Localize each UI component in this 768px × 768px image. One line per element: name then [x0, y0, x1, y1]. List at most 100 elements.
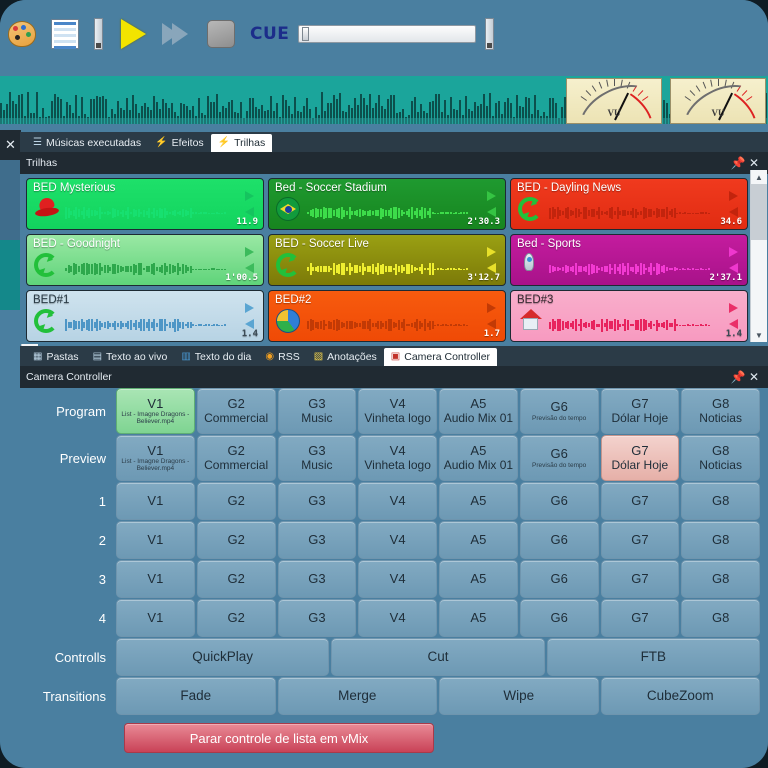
camera-cell-g6[interactable]: G6 Previsão do tempo: [519, 388, 599, 434]
play-icon[interactable]: [121, 17, 155, 51]
tab-efeitos[interactable]: ⚡ Efeitos: [148, 134, 211, 152]
camera-cell-g3[interactable]: G3 Music: [277, 435, 357, 481]
camera-cell-g2[interactable]: G2: [196, 521, 276, 559]
palette-icon[interactable]: [8, 17, 42, 51]
tab-trilhas[interactable]: ⚡ Trilhas: [210, 134, 273, 152]
camera-cell-g2[interactable]: G2: [196, 482, 276, 520]
transitions-button-fade[interactable]: Fade: [116, 677, 276, 715]
camera-cell-g8[interactable]: G8: [681, 560, 760, 598]
camera-cell-g6[interactable]: G6: [519, 599, 599, 637]
track-card[interactable]: Bed - Soccer Stadium 2'30.3: [268, 178, 506, 230]
tab-texto-do-dia[interactable]: ▥ Texto do dia: [174, 348, 258, 366]
track-arrows-icon[interactable]: [245, 247, 257, 273]
camera-cell-g3[interactable]: G3: [277, 521, 357, 559]
track-arrows-icon[interactable]: [729, 303, 741, 329]
camera-cell-g3[interactable]: G3: [277, 482, 357, 520]
tab-rss[interactable]: ◉ RSS: [258, 348, 306, 366]
controls-button-cut[interactable]: Cut: [331, 638, 545, 676]
stop-icon[interactable]: [207, 17, 241, 51]
dock-tab-icon[interactable]: [94, 17, 106, 51]
camera-cell-g8[interactable]: G8: [681, 599, 760, 637]
stop-vmix-list-control-button[interactable]: Parar controle de lista em vMix: [124, 723, 434, 753]
camera-cell-g2[interactable]: G2 Commercial: [196, 388, 276, 434]
track-arrows-icon[interactable]: [245, 303, 257, 329]
camera-cell-a5[interactable]: A5: [439, 521, 518, 559]
camera-cell-g8[interactable]: G8 Noticias: [681, 388, 760, 434]
pin-icon[interactable]: 📌: [730, 155, 746, 171]
track-card[interactable]: Bed - Sports 2'37.1: [510, 234, 748, 286]
camera-cell-g2[interactable]: G2 Commercial: [196, 435, 276, 481]
tab-m-sicas-executadas[interactable]: ☰ Músicas executadas: [26, 134, 148, 152]
track-arrows-icon[interactable]: [487, 191, 499, 217]
camera-cell-v1[interactable]: V1: [116, 599, 195, 637]
camera-cell-g7[interactable]: G7: [600, 599, 680, 637]
camera-cell-v4[interactable]: V4: [358, 599, 437, 637]
camera-cell-a5[interactable]: A5 Audio Mix 01: [439, 388, 518, 434]
camera-cell-g7[interactable]: G7 Dólar Hoje: [600, 388, 680, 434]
tab-pastas[interactable]: ▦ Pastas: [26, 348, 86, 366]
track-card[interactable]: BED#3 1.4: [510, 290, 748, 342]
camera-cell-g2[interactable]: G2: [196, 560, 276, 598]
close-icon[interactable]: ✕: [746, 155, 762, 171]
camera-cell-g3[interactable]: G3: [277, 599, 357, 637]
camera-cell-g8[interactable]: G8: [681, 521, 760, 559]
tab-camera-controller[interactable]: ▣ Camera Controller: [383, 348, 498, 366]
playlist-icon[interactable]: [51, 17, 85, 51]
track-card[interactable]: BED - Goodnight 1'00.5: [26, 234, 264, 286]
scrollbar-thumb[interactable]: [751, 184, 767, 240]
camera-cell-v4[interactable]: V4: [358, 521, 437, 559]
camera-cell-g8[interactable]: G8: [681, 482, 760, 520]
track-card[interactable]: BED Mysterious 11.9: [26, 178, 264, 230]
scroll-down-icon[interactable]: ▼: [751, 328, 767, 342]
camera-cell-v4[interactable]: V4: [358, 560, 437, 598]
track-card[interactable]: BED#2 1.7: [268, 290, 506, 342]
tab-anota-es[interactable]: ▧ Anotações: [307, 348, 384, 366]
controls-button-quickplay[interactable]: QuickPlay: [116, 638, 330, 676]
scroll-up-icon[interactable]: ▲: [751, 170, 767, 184]
camera-cell-a5[interactable]: A5: [439, 599, 518, 637]
transitions-button-wipe[interactable]: Wipe: [439, 677, 599, 715]
camera-cell-g6[interactable]: G6 Previsão do tempo: [519, 435, 599, 481]
camera-cell-v1[interactable]: V1 List - Imagne Dragons - Believer.mp4: [116, 388, 195, 434]
camera-cell-a5[interactable]: A5 Audio Mix 01: [439, 435, 518, 481]
camera-cell-v1[interactable]: V1: [116, 521, 195, 559]
camera-cell-v4[interactable]: V4 Vinheta logo: [358, 435, 437, 481]
track-arrows-icon[interactable]: [729, 191, 741, 217]
camera-cell-g7[interactable]: G7 Dólar Hoje: [600, 435, 680, 481]
camera-cell-v1[interactable]: V1: [116, 560, 195, 598]
close-icon[interactable]: ✕: [746, 369, 762, 385]
tab-texto-ao-vivo[interactable]: ▤ Texto ao vivo: [86, 348, 175, 366]
controls-button-ftb[interactable]: FTB: [546, 638, 760, 676]
camera-cell-g3[interactable]: G3 Music: [277, 388, 357, 434]
track-arrows-icon[interactable]: [245, 191, 257, 217]
camera-cell-g7[interactable]: G7: [600, 482, 680, 520]
track-card[interactable]: BED#1 1.4: [26, 290, 264, 342]
camera-cell-g6[interactable]: G6: [519, 482, 599, 520]
camera-cell-a5[interactable]: A5: [439, 482, 518, 520]
pin-icon[interactable]: 📌: [730, 369, 746, 385]
camera-cell-g2[interactable]: G2: [196, 599, 276, 637]
camera-cell-v1[interactable]: V1: [116, 482, 195, 520]
camera-cell-g3[interactable]: G3: [277, 560, 357, 598]
track-card[interactable]: BED - Dayling News 34.6: [510, 178, 748, 230]
cue-slider[interactable]: [298, 25, 477, 43]
trilhas-vertical-scrollbar[interactable]: ▲ ▼: [750, 170, 767, 342]
camera-cell-g8[interactable]: G8 Noticias: [681, 435, 760, 481]
camera-cell-a5[interactable]: A5: [439, 560, 518, 598]
fast-forward-icon[interactable]: [162, 17, 198, 51]
camera-cell-v4[interactable]: V4 Vinheta logo: [358, 388, 437, 434]
camera-cell-g7[interactable]: G7: [600, 521, 680, 559]
background-close-icon[interactable]: ✕: [0, 130, 21, 160]
track-arrows-icon[interactable]: [487, 247, 499, 273]
transitions-button-merge[interactable]: Merge: [277, 677, 437, 715]
transitions-button-cubezoom[interactable]: CubeZoom: [600, 677, 760, 715]
camera-cell-g6[interactable]: G6: [519, 560, 599, 598]
track-card[interactable]: BED - Soccer Live 3'12.7: [268, 234, 506, 286]
dock-tab-icon-right[interactable]: [485, 17, 497, 51]
camera-cell-v4[interactable]: V4: [358, 482, 437, 520]
camera-cell-v1[interactable]: V1 List - Imagne Dragons - Believer.mp4: [116, 435, 195, 481]
camera-cell-g7[interactable]: G7: [600, 560, 680, 598]
camera-cell-g6[interactable]: G6: [519, 521, 599, 559]
cue-slider-knob[interactable]: [302, 27, 310, 41]
track-arrows-icon[interactable]: [487, 303, 499, 329]
